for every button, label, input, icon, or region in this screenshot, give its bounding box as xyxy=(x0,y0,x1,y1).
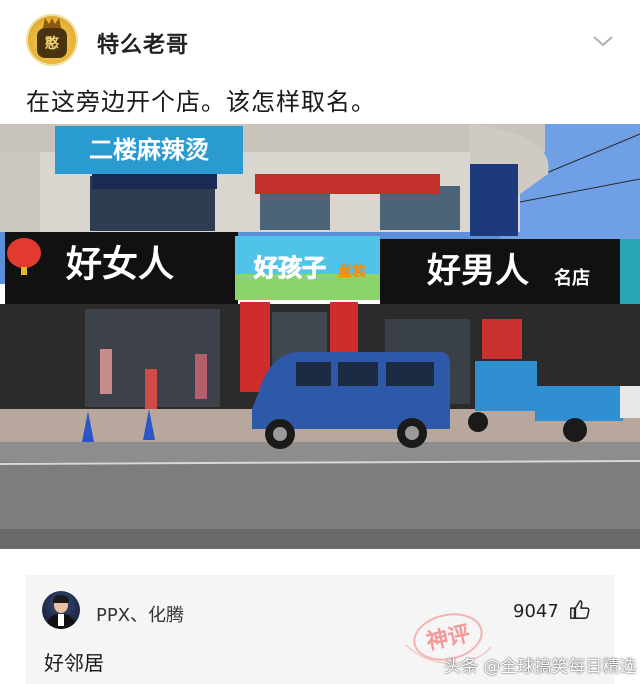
sign-good-man-suffix: 名店 xyxy=(554,267,590,289)
sign-spicy-hotpot: 二楼麻辣烫 xyxy=(89,136,209,164)
avatar-badge: 憨 xyxy=(37,28,67,58)
post-text: 在这旁边开个店。该怎样取名。 xyxy=(26,88,376,116)
like-count: 9047 xyxy=(513,601,559,622)
sign-good-kid: 好孩子 xyxy=(253,254,326,282)
top-comment: PPX、化腾 9047 神评 好邻居 头条 @全球搞笑每日精选 xyxy=(26,575,636,684)
post-header: 憨 特么老哥 xyxy=(0,0,640,80)
source-watermark: 头条 @全球搞笑每日精选 xyxy=(444,657,637,677)
commenter-name[interactable]: PPX、化腾 xyxy=(96,601,184,627)
comment-text: 好邻居 xyxy=(44,651,104,675)
author-name[interactable]: 特么老哥 xyxy=(97,27,189,59)
storefront-illustration: 二楼麻辣烫 好女人 好男人 名店 好孩子 童装 xyxy=(0,124,640,549)
sign-good-woman: 好女人 xyxy=(65,243,174,285)
sign-good-man: 好男人 xyxy=(426,251,529,291)
thumbs-up-icon[interactable] xyxy=(569,599,591,621)
author-avatar[interactable]: 憨 xyxy=(26,14,78,66)
stamp-text: 神评 xyxy=(424,621,472,656)
post-photo[interactable]: 二楼麻辣烫 好女人 好男人 名店 好孩子 童装 xyxy=(0,124,640,549)
crown-icon xyxy=(43,18,61,28)
sign-good-kid-sub: 童装 xyxy=(338,263,367,280)
commenter-avatar[interactable] xyxy=(42,591,80,629)
chevron-down-icon[interactable] xyxy=(592,34,614,48)
